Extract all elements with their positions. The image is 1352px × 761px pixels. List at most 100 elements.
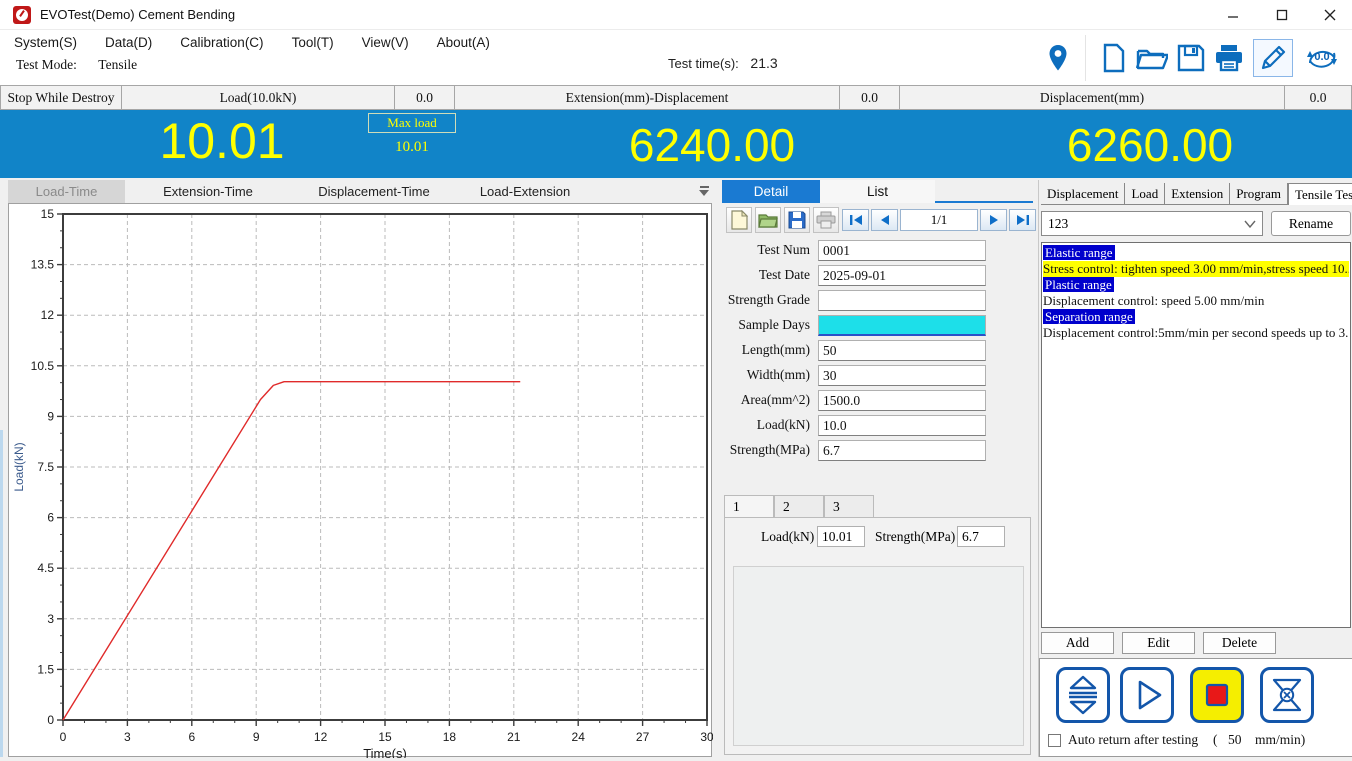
result-load-field[interactable] [817, 526, 865, 547]
step-plastic-range[interactable]: Plastic range [1043, 277, 1349, 293]
result-strength-field[interactable] [957, 526, 1005, 547]
jog-up-down-button[interactable] [1056, 667, 1110, 723]
return-button[interactable] [1260, 667, 1314, 723]
svg-text:30: 30 [700, 730, 713, 744]
load-time-chart: 03691215182124273001.534.567.5910.51213.… [8, 203, 712, 757]
chart-tab-strip: Load-Time Extension-Time Displacement-Ti… [8, 180, 593, 203]
tab-load-time[interactable]: Load-Time [8, 180, 125, 203]
menu-item-data[interactable]: Data(D) [105, 35, 152, 50]
new-file-icon[interactable] [1101, 43, 1127, 73]
program-step-list[interactable]: Elastic range Stress control: tighten sp… [1041, 242, 1351, 628]
result-strength-label: Strength(MPa) [875, 529, 955, 545]
detail-panel: Detail List 1/1 [722, 180, 1033, 757]
tab-list[interactable]: List [820, 180, 935, 203]
menu-item-tool[interactable]: Tool(T) [292, 35, 334, 50]
status-displacement-channel: Displacement(mm) [900, 85, 1285, 110]
svg-text:9: 9 [47, 409, 54, 423]
area-field[interactable] [818, 390, 986, 411]
program-tab-strip: Displacement Load Extension Program Tens… [1041, 183, 1352, 205]
detail-new-file-icon[interactable] [726, 207, 752, 233]
test-num-field[interactable] [818, 240, 986, 261]
result-tab-3[interactable]: 3 [824, 495, 874, 517]
reset-zero-icon[interactable]: 0.0 [1302, 43, 1342, 73]
step-elastic-range[interactable]: Elastic range [1043, 245, 1349, 261]
print-icon[interactable] [1214, 44, 1244, 72]
result-tab-1[interactable]: 1 [724, 495, 774, 518]
svg-text:24: 24 [572, 730, 586, 744]
menu-item-view[interactable]: View(V) [362, 35, 409, 50]
last-page-button[interactable] [1009, 209, 1036, 231]
width-label: Width(mm) [722, 367, 810, 383]
tab-tensile-test[interactable]: Tensile Test [1288, 183, 1352, 205]
tab-detail[interactable]: Detail [722, 180, 820, 203]
app-icon [13, 6, 31, 24]
next-page-button[interactable] [980, 209, 1007, 231]
form-row-load: Load(kN) [722, 415, 1033, 436]
svg-text:3: 3 [47, 612, 54, 626]
tab-program[interactable]: Program [1230, 183, 1288, 205]
tab-extension-time[interactable]: Extension-Time [125, 180, 291, 203]
start-play-icon [1127, 675, 1167, 715]
tab-load[interactable]: Load [1125, 183, 1165, 205]
detail-print-icon[interactable] [813, 207, 839, 233]
menu-item-calibration[interactable]: Calibration(C) [180, 35, 263, 50]
status-displacement-value: 0.0 [1285, 85, 1352, 110]
location-pin-icon[interactable] [1046, 43, 1070, 73]
first-page-button[interactable] [842, 209, 869, 231]
minimize-button[interactable] [1211, 0, 1255, 30]
menu-item-about[interactable]: About(A) [437, 35, 490, 50]
step-displacement-control-1[interactable]: Displacement control: speed 5.00 mm/min [1043, 293, 1349, 309]
edit-pencil-icon[interactable] [1253, 39, 1293, 77]
open-folder-icon[interactable] [1136, 44, 1168, 72]
tab-displacement[interactable]: Displacement [1041, 183, 1125, 205]
status-extension-value: 0.0 [840, 85, 900, 110]
step-stress-control[interactable]: Stress control: tighten speed 3.00 mm/mi… [1043, 261, 1349, 277]
speed-paren-open: ( [1213, 732, 1218, 748]
width-field[interactable] [818, 365, 986, 386]
maximize-button[interactable] [1260, 0, 1304, 30]
result-tab-2[interactable]: 2 [774, 495, 824, 517]
length-field[interactable] [818, 340, 986, 361]
menu-item-system[interactable]: System(S) [14, 35, 77, 50]
prev-page-button[interactable] [871, 209, 898, 231]
left-splitter[interactable] [0, 430, 3, 757]
svg-text:6: 6 [47, 511, 54, 525]
svg-text:12: 12 [41, 308, 55, 322]
status-load-value: 0.0 [395, 85, 455, 110]
auto-return-checkbox[interactable] [1048, 734, 1061, 747]
add-button[interactable]: Add [1041, 632, 1114, 654]
tab-displacement-time[interactable]: Displacement-Time [291, 180, 457, 203]
status-load-channel: Load(10.0kN) [122, 85, 395, 110]
length-label: Length(mm) [722, 342, 810, 358]
tab-load-extension[interactable]: Load-Extension [457, 180, 593, 203]
load-field[interactable] [818, 415, 986, 436]
test-mode-value: Tensile [98, 57, 137, 72]
step-displacement-control-2[interactable]: Displacement control:5mm/min per second … [1043, 325, 1349, 341]
program-panel: Displacement Load Extension Program Tens… [1038, 180, 1352, 757]
chart-tabs-dropdown-icon[interactable] [698, 186, 710, 198]
scheme-select[interactable]: 123 [1041, 211, 1263, 236]
delete-button[interactable]: Delete [1203, 632, 1276, 654]
result-load-label: Load(kN) [761, 529, 814, 545]
auto-return-label: Auto return after testing [1068, 732, 1198, 748]
strength-grade-field[interactable] [818, 290, 986, 311]
detail-save-icon[interactable] [784, 207, 810, 233]
detail-open-folder-icon[interactable] [755, 207, 781, 233]
tab-extension[interactable]: Extension [1165, 183, 1230, 205]
save-icon[interactable] [1177, 44, 1205, 72]
sample-days-field[interactable] [818, 315, 986, 336]
speed-value[interactable]: 50 [1228, 732, 1242, 748]
svg-text:0: 0 [60, 730, 67, 744]
start-button[interactable] [1120, 667, 1174, 723]
record-pager: 1/1 [842, 209, 1036, 231]
stop-button[interactable] [1190, 667, 1244, 723]
svg-text:15: 15 [41, 207, 55, 221]
extension-readout: 6240.00 [562, 118, 862, 172]
strength-field[interactable] [818, 440, 986, 461]
step-separation-range[interactable]: Separation range [1043, 309, 1349, 325]
edit-button[interactable]: Edit [1122, 632, 1195, 654]
max-load-label: Max load [368, 113, 456, 133]
close-button[interactable] [1308, 0, 1352, 30]
test-date-field[interactable] [818, 265, 986, 286]
rename-button[interactable]: Rename [1271, 211, 1351, 236]
